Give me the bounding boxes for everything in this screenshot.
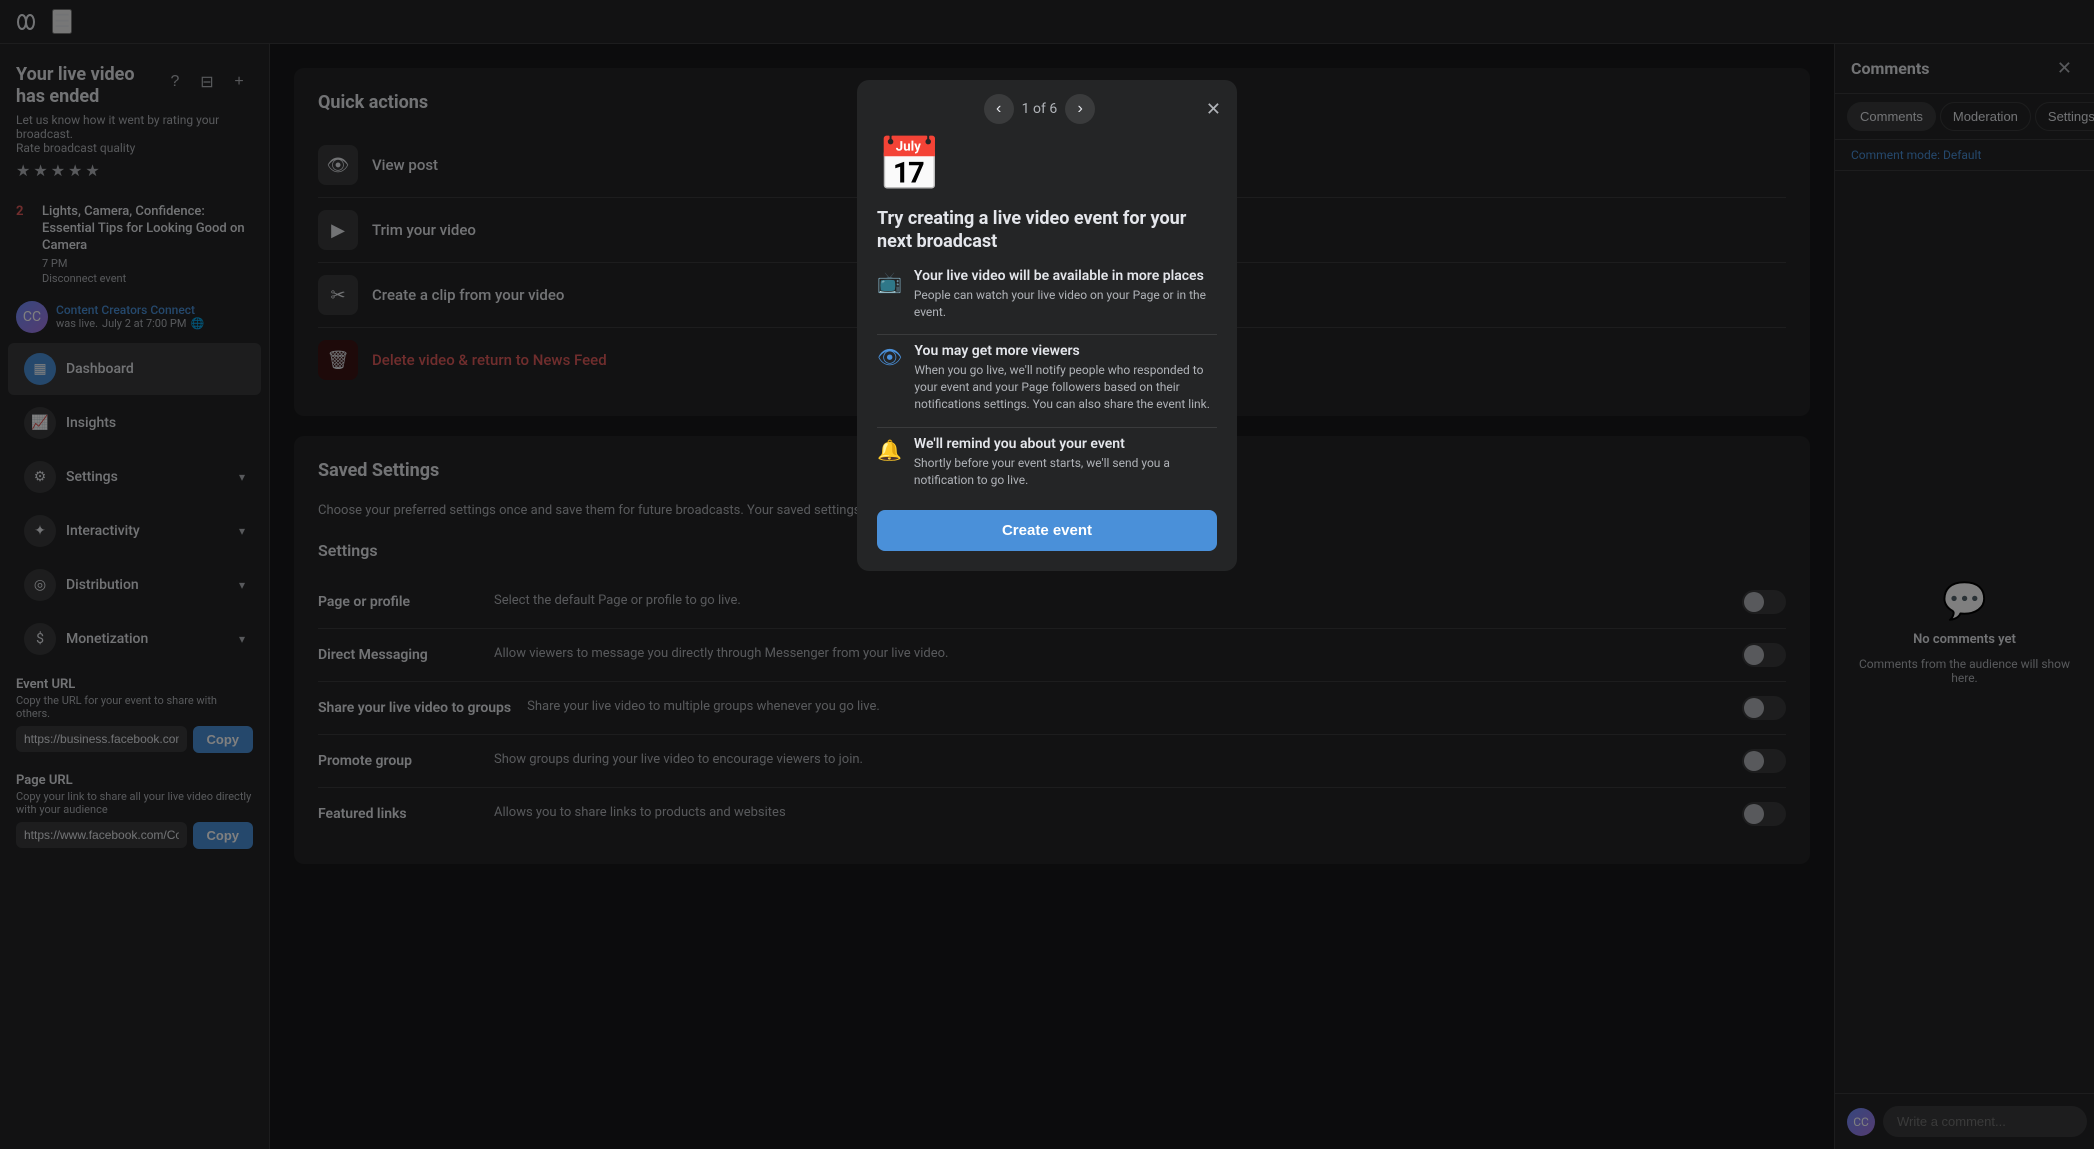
feature-icon-reminder: 🔔	[877, 438, 902, 462]
modal-overlay: ‹ 1 of 6 › ✕ 📅 Try creating a live video…	[0, 0, 2094, 1149]
feature-divider	[877, 334, 1217, 335]
feature-desc-more-places: People can watch your live video on your…	[914, 287, 1217, 321]
modal-prev-button[interactable]: ‹	[984, 94, 1014, 124]
feature-divider	[877, 427, 1217, 428]
modal-title: Try creating a live video event for your…	[877, 207, 1217, 254]
feature-text-reminder: We'll remind you about your event Shortl…	[914, 436, 1217, 489]
modal-body: 📅 Try creating a live video event for yo…	[857, 134, 1237, 571]
feature-text-more-viewers: You may get more viewers When you go liv…	[914, 343, 1217, 412]
modal-feature-more-viewers: 👁 You may get more viewers When you go l…	[877, 343, 1217, 412]
modal-feature-reminder: 🔔 We'll remind you about your event Shor…	[877, 436, 1217, 489]
modal-next-button[interactable]: ›	[1065, 94, 1095, 124]
feature-desc-reminder: Shortly before your event starts, we'll …	[914, 455, 1217, 489]
feature-icon-more-viewers: 👁	[877, 345, 902, 369]
event-modal: ‹ 1 of 6 › ✕ 📅 Try creating a live video…	[857, 80, 1237, 571]
modal-nav: ‹ 1 of 6 › ✕	[857, 80, 1237, 134]
modal-icon: 📅	[877, 134, 1217, 195]
feature-title-more-viewers: You may get more viewers	[914, 343, 1217, 359]
feature-title-reminder: We'll remind you about your event	[914, 436, 1217, 452]
feature-icon-more-places: 📺	[877, 270, 902, 294]
feature-desc-more-viewers: When you go live, we'll notify people wh…	[914, 362, 1217, 412]
modal-close-button[interactable]: ✕	[1206, 99, 1221, 120]
create-event-button[interactable]: Create event	[877, 510, 1217, 551]
modal-features: 📺 Your live video will be available in m…	[877, 268, 1217, 489]
modal-counter: 1 of 6	[1022, 101, 1058, 117]
feature-text-more-places: Your live video will be available in mor…	[914, 268, 1217, 321]
modal-feature-more-places: 📺 Your live video will be available in m…	[877, 268, 1217, 321]
feature-title-more-places: Your live video will be available in mor…	[914, 268, 1217, 284]
